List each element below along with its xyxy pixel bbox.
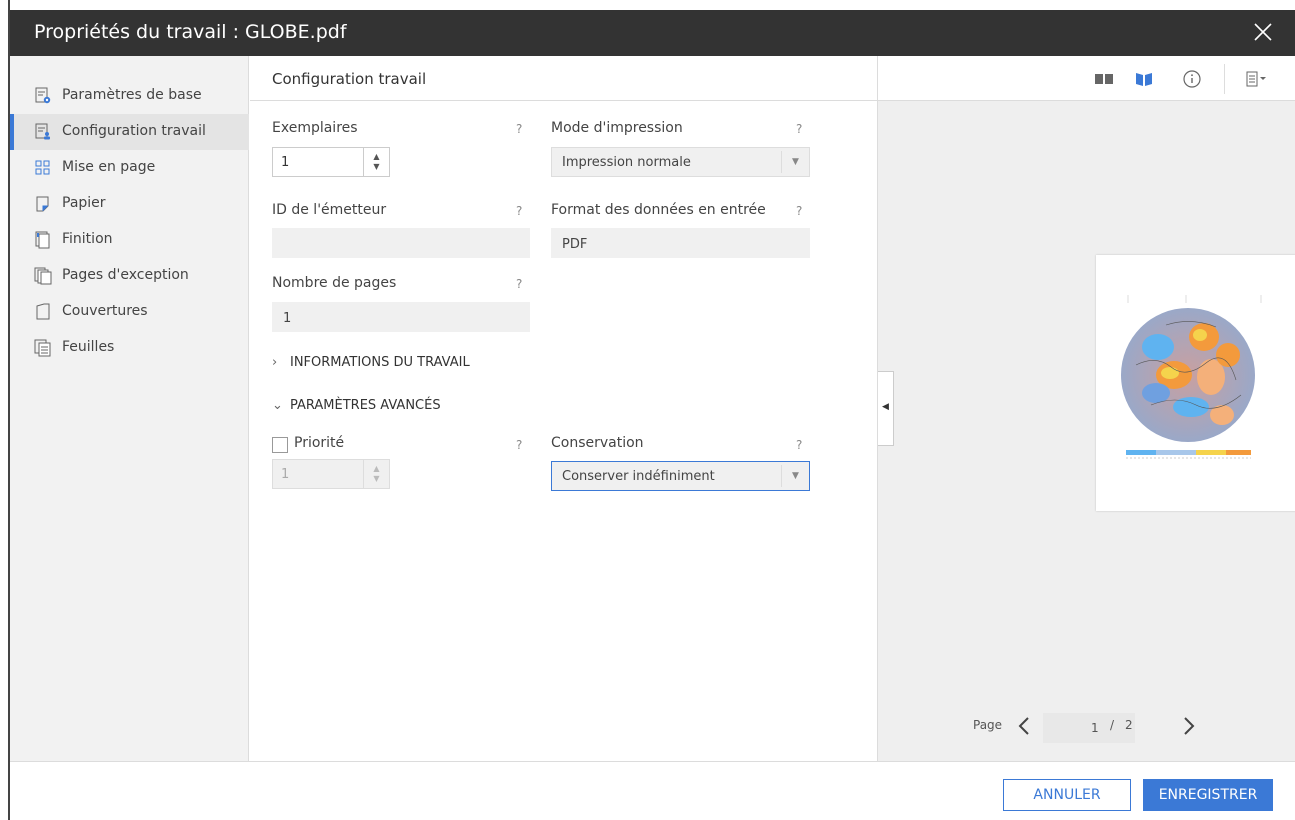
sidebar-item-covers[interactable]: Couvertures (10, 294, 249, 330)
sidebar-item-basic-settings[interactable]: Paramètres de base (10, 78, 249, 114)
job-configuration-icon (34, 123, 52, 141)
sidebar-item-label: Pages d'exception (62, 267, 189, 283)
sidebar-item-label: Couvertures (62, 303, 148, 319)
collapse-preview-toggle[interactable]: ◀ (878, 371, 894, 446)
preview-panel: ◀ Page 1 / 2 (877, 56, 1295, 761)
sidebar-item-label: Mise en page (62, 159, 156, 175)
print-mode-select[interactable]: Impression normale ▼ (551, 147, 810, 177)
job-configuration-panel: Configuration travail Exemplaires ? 1 ▲ ▼… (250, 56, 877, 761)
sidebar-item-paper[interactable]: Papier (10, 186, 249, 222)
copies-value: 1 (281, 155, 290, 170)
priority-help-icon[interactable]: ? (516, 438, 522, 452)
advanced-section-toggle[interactable]: ⌄ PARAMÈTRES AVANCÉS (272, 398, 441, 413)
chevron-down-icon: ⌄ (272, 398, 283, 413)
window-left-edge (0, 0, 10, 820)
page-count-help-icon[interactable]: ? (516, 277, 522, 291)
input-format-field: PDF (551, 228, 810, 258)
current-page: 1 (1091, 721, 1099, 735)
sender-id-field (272, 228, 530, 258)
sidebar-item-label: Configuration travail (62, 123, 206, 139)
info-icon[interactable] (1181, 68, 1203, 90)
chevron-down-icon: ▼ (781, 465, 809, 487)
dialog-titlebar: Propriétés du travail : GLOBE.pdf (10, 10, 1295, 56)
job-info-section-toggle[interactable]: › INFORMATIONS DU TRAVAIL (272, 355, 470, 370)
paper-icon (34, 195, 52, 213)
copies-stepper[interactable]: 1 ▲ ▼ (272, 147, 390, 177)
finishing-icon (34, 231, 52, 249)
retention-help-icon[interactable]: ? (796, 438, 802, 452)
retention-label: Conservation (551, 435, 644, 451)
basic-settings-icon (34, 87, 52, 105)
page-thumbnail[interactable] (1096, 255, 1295, 511)
total-pages: 2 (1125, 718, 1133, 732)
sidebar-item-job-configuration[interactable]: Configuration travail (10, 114, 249, 150)
retention-select[interactable]: Conserver indéfiniment ▼ (551, 461, 810, 491)
two-page-view-icon[interactable] (1093, 68, 1115, 90)
page-count-field: 1 (272, 302, 530, 332)
toolbar-separator (1224, 64, 1225, 94)
sender-id-label: ID de l'émetteur (272, 202, 387, 218)
priority-label: Priorité (294, 435, 345, 451)
page-separator: / (1110, 718, 1115, 732)
globe-map-image (1121, 295, 1262, 459)
exception-pages-icon (34, 267, 52, 285)
priority-stepper: 1 ▲ ▼ (272, 459, 390, 489)
sender-id-help-icon[interactable]: ? (516, 204, 522, 218)
sidebar-item-label: Papier (62, 195, 106, 211)
chevron-right-icon: › (272, 355, 278, 370)
input-format-label: Format des données en entrée (551, 202, 766, 218)
previous-page-icon[interactable] (1015, 712, 1035, 740)
preview-toolbar (878, 56, 1295, 101)
stepper-arrows-icon[interactable]: ▲ ▼ (363, 148, 389, 176)
chevron-down-icon: ▼ (781, 151, 809, 173)
copies-help-icon[interactable]: ? (516, 122, 522, 136)
advanced-section-title: PARAMÈTRES AVANCÉS (290, 398, 441, 413)
dialog-footer: ANNULER ENREGISTRER (10, 761, 1295, 820)
print-mode-label: Mode d'impression (551, 120, 683, 136)
pager-label: Page (973, 718, 1003, 732)
settings-sidebar: Paramètres de base Configuration travail… (10, 56, 249, 761)
retention-value: Conserver indéfiniment (562, 469, 715, 484)
panel-title: Configuration travail (272, 70, 427, 88)
book-view-icon[interactable] (1133, 68, 1155, 90)
job-info-section-title: INFORMATIONS DU TRAVAIL (290, 355, 470, 370)
sidebar-item-label: Feuilles (62, 339, 115, 355)
close-icon[interactable] (1251, 20, 1275, 44)
print-mode-value: Impression normale (562, 155, 691, 170)
copies-label: Exemplaires (272, 120, 358, 136)
stepper-arrows-icon: ▲ ▼ (363, 460, 389, 488)
next-page-icon[interactable] (1178, 712, 1198, 740)
save-button[interactable]: ENREGISTRER (1143, 779, 1273, 811)
layout-grid-icon (34, 159, 52, 177)
sidebar-item-exception-pages[interactable]: Pages d'exception (10, 258, 249, 294)
panel-header: Configuration travail (250, 56, 877, 101)
page-options-dropdown-icon[interactable] (1244, 68, 1274, 90)
page-number-input[interactable]: 1 (1043, 713, 1135, 743)
priority-value: 1 (281, 467, 290, 482)
sidebar-item-finishing[interactable]: Finition (10, 222, 249, 258)
priority-checkbox[interactable] (272, 437, 288, 453)
print-mode-help-icon[interactable]: ? (796, 122, 802, 136)
sidebar-item-label: Paramètres de base (62, 87, 202, 103)
input-format-help-icon[interactable]: ? (796, 204, 802, 218)
cancel-button[interactable]: ANNULER (1003, 779, 1131, 811)
sidebar-item-label: Finition (62, 231, 113, 247)
page-count-label: Nombre de pages (272, 275, 397, 291)
covers-icon (34, 303, 52, 321)
dialog-title: Propriétés du travail : GLOBE.pdf (34, 21, 347, 43)
sidebar-item-sheets[interactable]: Feuilles (10, 330, 249, 366)
sheets-icon (34, 339, 52, 357)
sidebar-item-layout[interactable]: Mise en page (10, 150, 249, 186)
